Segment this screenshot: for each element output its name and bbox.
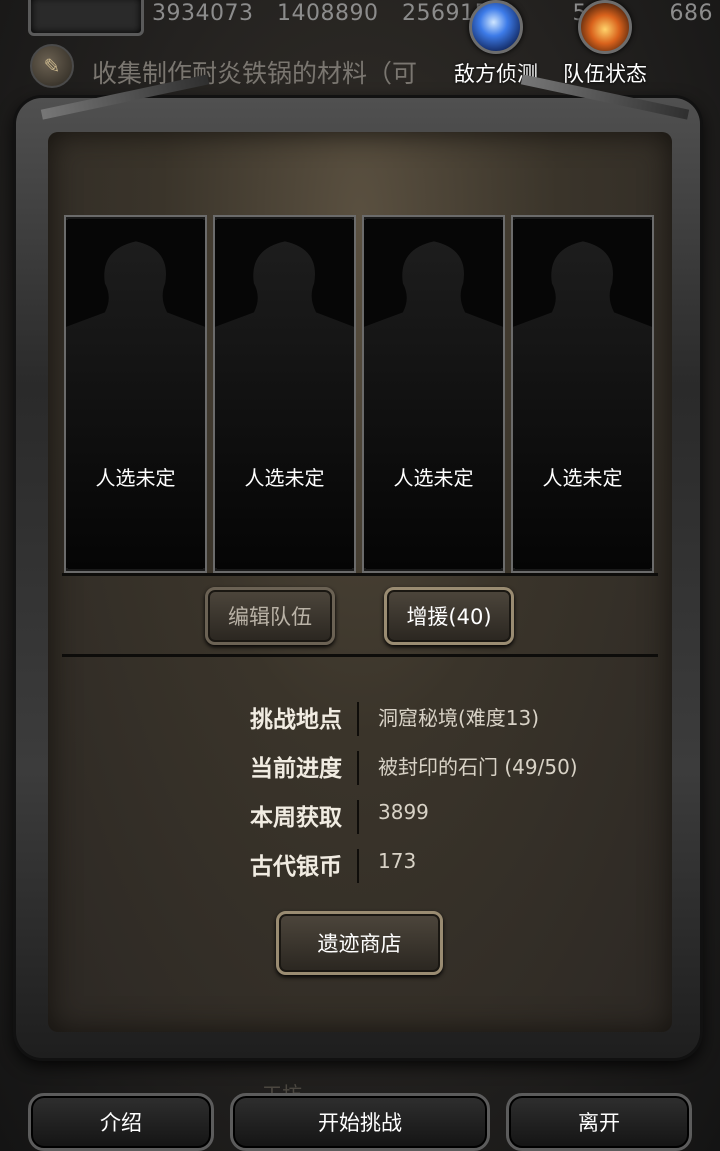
info-key: 古代银币 xyxy=(250,854,342,880)
info-row-coin: 古代银币 173 xyxy=(0,847,720,887)
info-row-location: 挑战地点 洞窟秘境(难度13) xyxy=(0,700,720,740)
team-slot-2[interactable]: 人选未定 xyxy=(213,215,356,573)
info-separator xyxy=(357,849,359,883)
team-status-button[interactable]: 队伍状态 xyxy=(555,0,655,88)
info-key: 本周获取 xyxy=(250,805,342,831)
silhouette-icon xyxy=(364,220,503,568)
quest-tracker-text[interactable]: 收集制作耐炎铁锅的材料（可 xyxy=(92,54,417,90)
team-slot-4[interactable]: 人选未定 xyxy=(511,215,654,573)
silhouette-icon xyxy=(66,220,205,568)
intro-button[interactable]: 介绍 xyxy=(28,1093,214,1151)
info-value: 被封印的石门 (49/50) xyxy=(378,755,578,779)
slot-label: 人选未定 xyxy=(542,466,623,490)
info-key: 当前进度 xyxy=(250,756,342,782)
leave-button[interactable]: 离开 xyxy=(506,1093,692,1151)
slot-baseline xyxy=(62,573,658,576)
player-avatar-frame[interactable] xyxy=(28,0,144,36)
divider xyxy=(62,654,658,657)
info-row-weekly: 本周获取 3899 xyxy=(0,798,720,838)
silhouette-icon xyxy=(513,220,652,568)
enemy-scout-button[interactable]: 敌方侦测 xyxy=(446,0,546,88)
stat-value: 1408890 xyxy=(276,1,379,26)
info-value: 173 xyxy=(378,849,417,873)
info-separator xyxy=(357,800,359,834)
quest-text-tail: 可 xyxy=(392,59,418,88)
blue-orb-icon xyxy=(469,0,523,54)
info-key: 挑战地点 xyxy=(250,707,342,733)
fire-orb-icon xyxy=(578,0,632,54)
team-slot-1[interactable]: 人选未定 xyxy=(64,215,207,573)
start-challenge-button[interactable]: 开始挑战 xyxy=(230,1093,490,1151)
stat-value: 3934073 xyxy=(152,1,254,26)
info-value: 3899 xyxy=(378,800,429,824)
slot-label: 人选未定 xyxy=(393,466,474,490)
silhouette-icon xyxy=(215,220,354,568)
edit-team-button[interactable]: 编辑队伍 xyxy=(205,587,335,645)
scroll-icon[interactable]: ✎ xyxy=(30,44,74,88)
quest-text: 收集制作耐炎铁锅的材料（ xyxy=(92,59,393,88)
reinforce-button[interactable]: 增援(40) xyxy=(384,587,514,645)
info-separator xyxy=(357,751,359,785)
stat-value: 686 xyxy=(669,1,713,26)
info-value: 洞窟秘境(难度13) xyxy=(378,706,540,730)
relic-shop-button[interactable]: 遗迹商店 xyxy=(276,911,443,975)
slot-label: 人选未定 xyxy=(95,466,176,490)
info-separator xyxy=(357,702,359,736)
team-slot-3[interactable]: 人选未定 xyxy=(362,215,505,573)
slot-label: 人选未定 xyxy=(244,466,325,490)
info-row-progress: 当前进度 被封印的石门 (49/50) xyxy=(0,749,720,789)
